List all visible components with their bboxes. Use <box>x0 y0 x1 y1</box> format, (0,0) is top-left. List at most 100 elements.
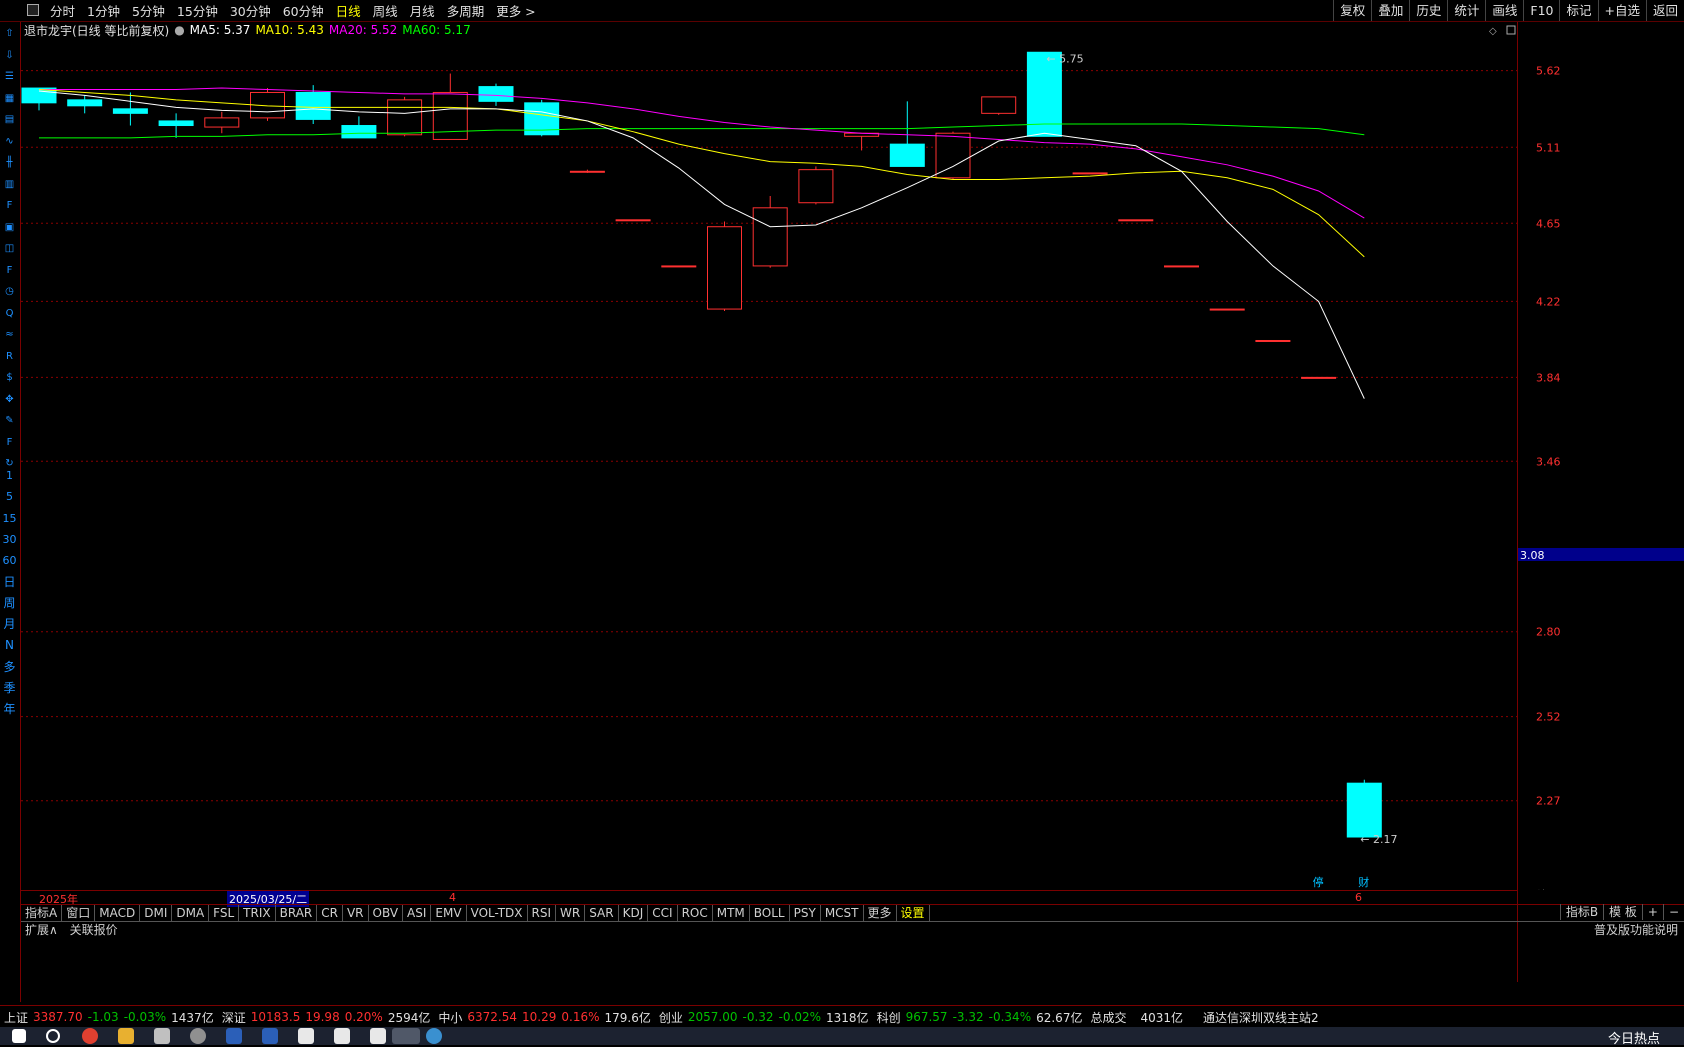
left-period-10[interactable]: 季 <box>1 680 18 697</box>
diamond-icon[interactable]: ◇ <box>1489 26 1497 37</box>
window-menu-icon[interactable] <box>27 4 39 16</box>
indicator-tab-1[interactable]: 窗口 <box>62 905 96 921</box>
tool-3[interactable]: 统计 <box>1447 0 1485 21</box>
server-name[interactable]: 通达信深圳双线主站2 <box>1203 1009 1319 1026</box>
file3-icon[interactable] <box>370 1028 386 1044</box>
report-icon[interactable]: ▥ <box>1 176 18 193</box>
left-period-7[interactable]: 月 <box>1 616 18 633</box>
search-icon[interactable]: Q <box>1 305 18 322</box>
search-icon[interactable] <box>46 1029 60 1043</box>
candle-body-28[interactable] <box>1301 376 1337 379</box>
app-icon[interactable] <box>190 1028 206 1044</box>
indicator-tab-22[interactable]: PSY <box>790 905 821 921</box>
tool-4[interactable]: 画线 <box>1485 0 1523 21</box>
candle-body-27[interactable] <box>1255 339 1291 342</box>
edge-icon[interactable] <box>426 1028 442 1044</box>
indicator-tab-4[interactable]: DMA <box>172 905 210 921</box>
candle-body-6[interactable] <box>295 91 331 120</box>
indicator-right-0[interactable]: 指标B <box>1559 904 1603 920</box>
tool-1[interactable]: 叠加 <box>1371 0 1409 21</box>
arrow-up-icon[interactable]: ⇧ <box>1 25 18 42</box>
candle-body-2[interactable] <box>112 108 148 114</box>
period-tab-2[interactable]: 5分钟 <box>126 1 171 20</box>
zx-name[interactable]: 中小 <box>438 1009 462 1026</box>
candle-body-26[interactable] <box>1209 308 1245 311</box>
left-period-0[interactable]: 1 <box>1 467 18 484</box>
candle-body-3[interactable] <box>158 120 194 127</box>
indicator-right-3[interactable]: − <box>1662 904 1684 920</box>
indicator-tab-11[interactable]: ASI <box>403 905 432 921</box>
period-tab-7[interactable]: 周线 <box>367 1 404 20</box>
period-tab-10[interactable]: 更多 > <box>490 1 541 20</box>
period-tab-8[interactable]: 月线 <box>404 1 441 20</box>
sh-name[interactable]: 上证 <box>4 1009 28 1026</box>
event-marker-finance[interactable]: 财 <box>1358 875 1369 889</box>
indicator-tab-19[interactable]: ROC <box>678 905 713 921</box>
indicator-tab-0[interactable]: 指标A <box>21 905 63 921</box>
left-period-3[interactable]: 30 <box>1 531 18 548</box>
indicator-tab-18[interactable]: CCI <box>648 905 678 921</box>
f10-icon[interactable]: ▣ <box>1 219 18 236</box>
indicator-tab-9[interactable]: VR <box>343 905 369 921</box>
indicator-tab-17[interactable]: KDJ <box>619 905 649 921</box>
windows-start-icon[interactable] <box>12 1029 26 1043</box>
indicator-tab-2[interactable]: MACD <box>95 905 141 921</box>
tool-6[interactable]: 标记 <box>1559 0 1597 21</box>
candle-body-4[interactable] <box>204 117 240 128</box>
left-period-6[interactable]: 周 <box>1 595 18 612</box>
candle-body-8[interactable] <box>387 99 423 136</box>
period-tab-4[interactable]: 30分钟 <box>224 1 277 20</box>
left-period-2[interactable]: 15 <box>1 510 18 527</box>
indicator-tab-6[interactable]: TRIX <box>239 905 276 921</box>
indicator-tab-21[interactable]: BOLL <box>750 905 790 921</box>
candle-body-19[interactable] <box>889 143 925 167</box>
word-doc-icon[interactable] <box>262 1028 278 1044</box>
maximize-icon[interactable] <box>1506 25 1516 35</box>
candle-body-14[interactable] <box>661 265 697 268</box>
indicator-tab-16[interactable]: SAR <box>585 905 619 921</box>
file-icon[interactable] <box>298 1028 314 1044</box>
candle-body-7[interactable] <box>341 125 377 139</box>
indicator-tab-24[interactable]: 更多 <box>864 905 897 921</box>
candle-body-24[interactable] <box>1118 219 1154 222</box>
candle-body-21[interactable] <box>981 96 1017 114</box>
word-icon[interactable] <box>226 1028 242 1044</box>
sz-name[interactable]: 深证 <box>222 1009 246 1026</box>
table-icon[interactable]: ▤ <box>1 111 18 128</box>
candle-body-20[interactable] <box>935 132 971 179</box>
indicator-tab-10[interactable]: OBV <box>369 905 404 921</box>
candle-body-25[interactable] <box>1164 265 1199 268</box>
candle-body-17[interactable] <box>798 169 834 204</box>
news-widget[interactable]: 今日热点 <box>1608 1028 1660 1047</box>
file2-icon[interactable] <box>334 1028 350 1044</box>
kc-name[interactable]: 科创 <box>877 1009 901 1026</box>
period-tab-5[interactable]: 60分钟 <box>277 1 330 20</box>
fiz-icon[interactable]: F <box>1 262 18 279</box>
indicator-tab-7[interactable]: BRAR <box>276 905 318 921</box>
indicator-tab-14[interactable]: RSI <box>528 905 557 921</box>
expand-button[interactable]: 扩展∧ <box>21 923 62 937</box>
indicator-right-1[interactable]: 模 板 <box>1603 904 1642 920</box>
grid-icon[interactable]: ▦ <box>1 90 18 107</box>
left-period-9[interactable]: 多 <box>1 659 18 676</box>
indicator-right-2[interactable]: + <box>1641 904 1663 920</box>
kline-icon[interactable]: ╫ <box>1 154 18 171</box>
tool-7[interactable]: +自选 <box>1597 0 1646 21</box>
indicator-tab-8[interactable]: CR <box>317 905 343 921</box>
compare-icon[interactable]: ◫ <box>1 240 18 257</box>
clock-icon[interactable]: ◷ <box>1 283 18 300</box>
candle-body-23[interactable] <box>1072 172 1108 175</box>
left-period-5[interactable]: 日 <box>1 574 18 591</box>
cy-name[interactable]: 创业 <box>659 1009 683 1026</box>
chrome-icon[interactable] <box>82 1028 98 1044</box>
help-link[interactable]: 普及版功能说明 <box>1590 922 1682 938</box>
tool-5[interactable]: F10 <box>1523 0 1559 21</box>
period-tab-6[interactable]: 日线 <box>330 1 367 20</box>
left-period-8[interactable]: N <box>1 637 18 654</box>
candle-body-15[interactable] <box>707 226 742 310</box>
indicator-tab-15[interactable]: WR <box>556 905 586 921</box>
tool-8[interactable]: 返回 <box>1645 0 1684 21</box>
left-period-4[interactable]: 60 <box>1 552 18 569</box>
period-tab-3[interactable]: 15分钟 <box>171 1 224 20</box>
related-quote-button[interactable]: 关联报价 <box>66 923 122 937</box>
